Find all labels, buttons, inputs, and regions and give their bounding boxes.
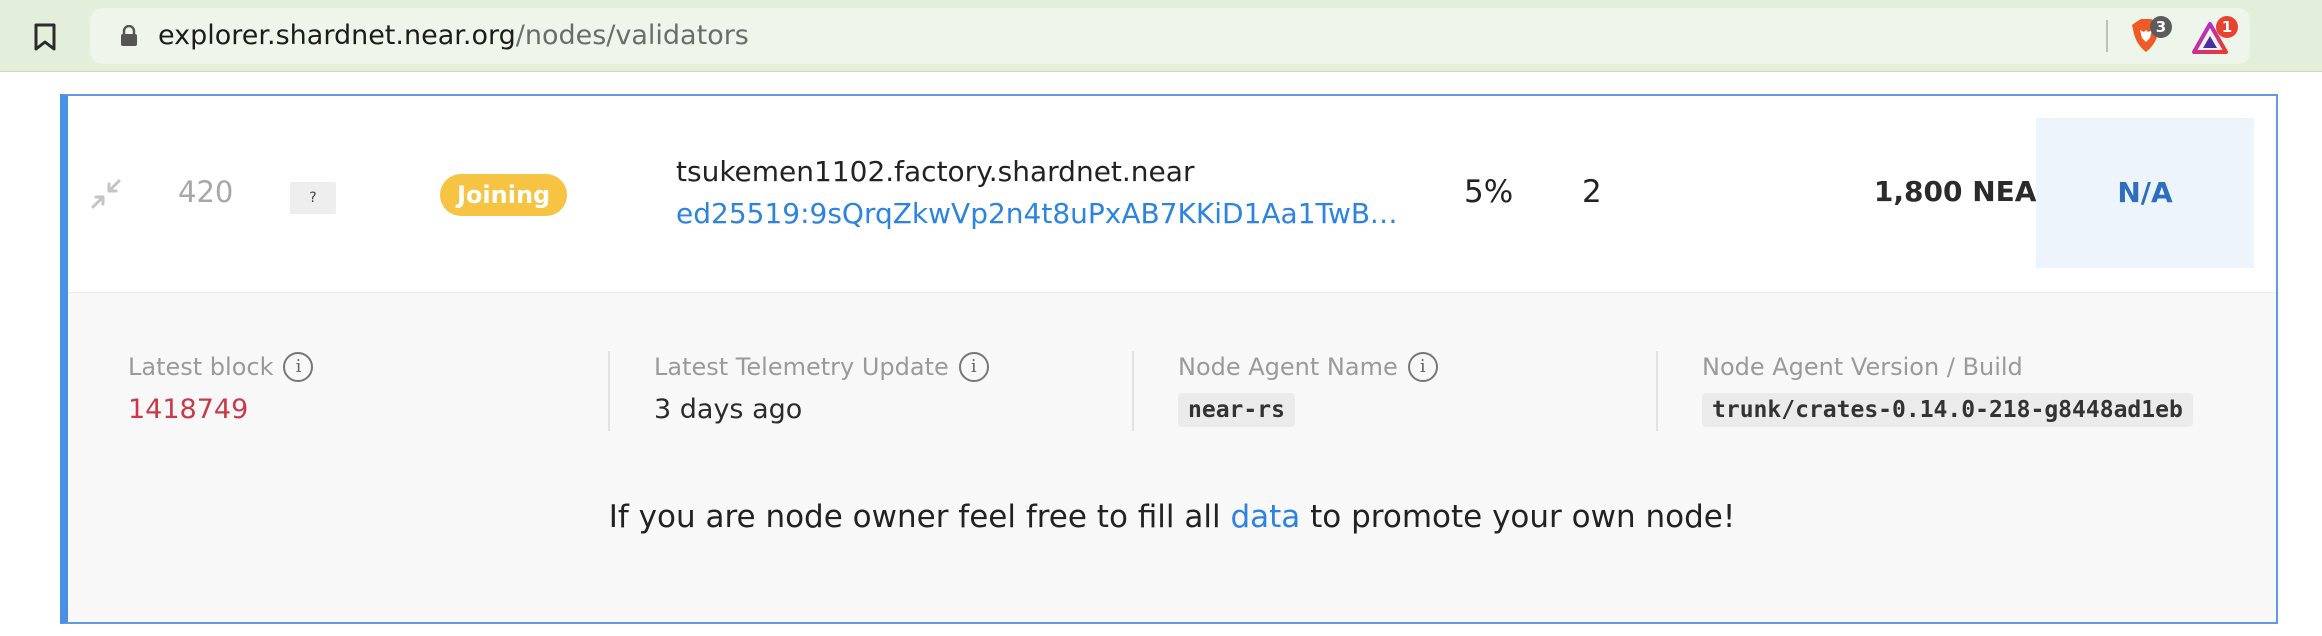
url-host: explorer.shardnet.near.org [158, 20, 516, 51]
agent-name-value: near-rs [1178, 393, 1295, 427]
telemetry-column: Latest Telemetry Update i 3 days ago [608, 351, 1132, 431]
agent-name-column: Node Agent Name i near-rs [1132, 351, 1656, 431]
agent-version-value: trunk/crates-0.14.0-218-g8448ad1eb [1702, 393, 2193, 427]
agent-version-label-text: Node Agent Version / Build [1702, 353, 2023, 381]
agent-version-column: Node Agent Version / Build trunk/crates-… [1656, 351, 2216, 431]
info-icon[interactable]: i [1407, 352, 1438, 382]
latest-block-label: Latest block i [128, 351, 314, 383]
bookmark-icon[interactable] [26, 18, 64, 56]
brave-rewards-icon[interactable]: 1 [2192, 16, 2238, 56]
telemetry-value: 3 days ago [654, 394, 803, 425]
validator-public-key-link[interactable]: ed25519:9sQrqZkwVp2n4t8uPxAB7KKiD1Aa1TwB… [676, 196, 1416, 232]
browser-toolbar: explorer.shardnet.near.org/nodes/validat… [0, 0, 2322, 72]
shields-count-badge: 3 [2150, 16, 2172, 38]
promo-text-after: to promote your own node! [1300, 499, 1736, 535]
validator-stake: 1,800 NEAR [1873, 175, 2058, 208]
latest-block-column: Latest block i 1418749 [128, 351, 598, 431]
agent-name-label: Node Agent Name i [1178, 351, 1438, 383]
brave-shields-icon[interactable]: 3 [2130, 16, 2172, 56]
address-bar[interactable]: explorer.shardnet.near.org/nodes/validat… [90, 8, 2250, 64]
url-text[interactable]: explorer.shardnet.near.org/nodes/validat… [158, 18, 749, 54]
validator-delegators: 2 [1582, 174, 1602, 210]
latest-block-value: 1418749 [128, 394, 249, 425]
validator-row[interactable]: 420 ? Joining tsukemen1102.factory.shard… [68, 96, 2276, 292]
info-icon[interactable]: i [958, 352, 989, 382]
cumulative-stake-cell: N/A [2036, 118, 2254, 268]
validator-details-panel: Latest block i 1418749 Latest Telemetry … [68, 292, 2276, 622]
toolbar-divider [2106, 20, 2108, 52]
validator-order-number: 420 [178, 175, 234, 209]
promo-data-link[interactable]: data [1230, 499, 1300, 535]
telemetry-label: Latest Telemetry Update i [654, 351, 989, 383]
validator-account-id: tsukemen1102.factory.shardnet.near [676, 155, 1195, 188]
promo-text-before: If you are node owner feel free to fill … [608, 499, 1231, 535]
status-badge: Joining [440, 174, 568, 216]
country-flag: ? [290, 182, 336, 214]
owner-promo-text: If you are node owner feel free to fill … [68, 497, 2276, 537]
agent-version-label: Node Agent Version / Build [1702, 351, 2023, 383]
collapse-icon[interactable] [90, 178, 122, 210]
latest-block-label-text: Latest block [128, 353, 274, 381]
validator-card: 420 ? Joining tsukemen1102.factory.shard… [60, 94, 2278, 624]
info-icon[interactable]: i [283, 352, 314, 382]
lock-icon [118, 24, 140, 47]
validator-fee: 5% [1464, 174, 1514, 210]
telemetry-label-text: Latest Telemetry Update [654, 353, 949, 381]
rewards-count-badge: 1 [2216, 16, 2238, 38]
url-path: /nodes/validators [515, 20, 749, 51]
agent-name-label-text: Node Agent Name [1178, 353, 1398, 381]
